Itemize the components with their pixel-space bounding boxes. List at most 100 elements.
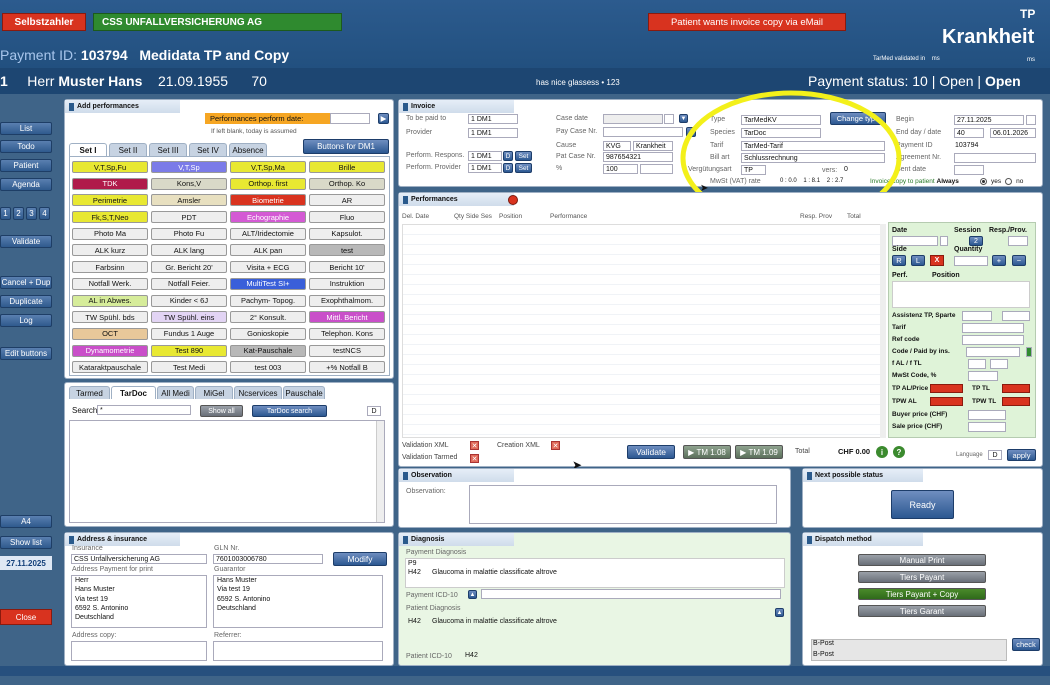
detail-field[interactable] — [962, 311, 992, 321]
perf-button[interactable]: Notfall Feier. — [151, 277, 227, 290]
perf-button[interactable]: Pachym- Topog. — [230, 294, 306, 307]
payment-icd-up-icon[interactable]: ▲ — [468, 590, 477, 599]
perf-button[interactable]: Perimetrie — [72, 194, 148, 207]
perf-button[interactable]: AL in Abwes. — [72, 294, 148, 307]
detail-date-calendar-icon[interactable] — [940, 236, 948, 246]
side-r-button[interactable]: R — [892, 255, 906, 266]
page-3-button[interactable]: 3 — [26, 207, 37, 220]
show-list-button[interactable]: Show list — [0, 536, 52, 549]
perf-button[interactable]: Echographie — [230, 211, 306, 224]
resp-prov-field[interactable] — [1008, 236, 1028, 246]
selbstzahler-button[interactable]: Selbstzahler — [2, 13, 86, 31]
quantity-field[interactable] — [954, 256, 988, 266]
perf-button[interactable]: V,T,Sp,Fu — [72, 161, 148, 173]
perf-button[interactable]: Kapsulot. — [309, 227, 385, 240]
respons-set-button[interactable]: Set — [515, 151, 532, 161]
help-icon[interactable]: ? — [893, 446, 905, 458]
perf-button[interactable]: TDK — [72, 177, 148, 190]
address-payment-box[interactable]: Herr Hans Muster Via test 19 6592 S. Antoni… — [71, 575, 207, 628]
buttons-for-dm1-button[interactable]: Buttons for DM1 — [303, 139, 389, 154]
referrer-box[interactable] — [213, 641, 383, 661]
perf-button[interactable]: Visita + ECG — [230, 261, 306, 274]
edit-buttons-button[interactable]: Edit buttons — [0, 347, 52, 360]
perf-button[interactable]: Orthop. first — [230, 177, 306, 190]
guarantor-box[interactable]: Hans Muster Via test 19 6592 S. Antonino De… — [213, 575, 383, 628]
cancel-dup-button[interactable]: Cancel + Dup — [0, 276, 52, 289]
creation-xml-x[interactable]: ✕ — [551, 441, 560, 450]
provider-set-button[interactable]: Set — [515, 163, 532, 173]
detail-red-field[interactable] — [1002, 397, 1030, 406]
validation-xml-x[interactable]: ✕ — [470, 441, 479, 450]
patient-diagnosis-up-icon[interactable]: ▲ — [775, 608, 784, 617]
perf-button[interactable]: Kinder < 6J — [151, 294, 227, 307]
detail-date-field[interactable] — [892, 236, 938, 246]
address-copy-box[interactable] — [71, 641, 207, 661]
ready-button[interactable]: Ready — [891, 490, 954, 519]
begin-field[interactable]: 27.11.2025 — [954, 115, 1024, 125]
perf-button[interactable]: V,T,Sp,Ma — [230, 161, 306, 173]
performances-scrollbar[interactable] — [880, 224, 886, 438]
perf-button[interactable]: Farbsinn — [72, 261, 148, 274]
perf-button[interactable]: Notfall Werk. — [72, 277, 148, 290]
detail-red-field[interactable] — [930, 397, 963, 406]
perf-text-area[interactable] — [892, 281, 1030, 308]
validate-nav-button[interactable]: Validate — [0, 235, 52, 248]
detail-field[interactable] — [962, 323, 1024, 333]
tm109-button[interactable]: ▶ TM 1.09 — [735, 445, 783, 459]
list-button[interactable]: List — [0, 122, 52, 135]
tariff-tab-migel[interactable]: MiGel — [195, 386, 233, 399]
modify-button[interactable]: Modify — [333, 552, 387, 566]
percent-field[interactable]: 100 — [603, 164, 638, 174]
perform-date-arrow-icon[interactable]: ▶ — [378, 113, 389, 124]
tariff-tab-all-medi[interactable]: All Medi — [157, 386, 194, 399]
perf-button[interactable]: 2° Konsult. — [230, 311, 306, 324]
end-date-field[interactable]: 06.01.2026 — [990, 128, 1036, 138]
perf-button[interactable]: Test Medi — [151, 361, 227, 374]
insurance-field[interactable]: CSS Unfallversicherung AG — [71, 554, 207, 564]
validate-button[interactable]: Validate — [627, 445, 675, 459]
insurer-button[interactable]: CSS UNFALLVERSICHERUNG AG — [93, 13, 342, 31]
perf-button[interactable]: Instruktion — [309, 277, 385, 290]
set-tab-1[interactable]: Set I — [69, 143, 107, 156]
tiers-payant-copy-button[interactable]: Tiers Payant + Copy — [858, 588, 986, 600]
info-icon[interactable]: i — [876, 446, 888, 458]
case-date-calendar-icon[interactable] — [664, 114, 674, 124]
perf-button[interactable]: ALK lang — [151, 244, 227, 257]
perf-button[interactable]: Orthop. Ko — [309, 177, 385, 190]
date-field[interactable]: 27.11.2025 — [0, 556, 52, 570]
apply-button[interactable]: apply — [1007, 449, 1036, 461]
detail-field[interactable] — [962, 335, 1024, 345]
perf-button[interactable]: Photo Fu — [151, 227, 227, 240]
percent2-field[interactable] — [640, 164, 673, 174]
perf-button[interactable]: Fluo — [309, 211, 385, 224]
provider-field[interactable]: 1 DM1 — [468, 128, 518, 138]
perf-button[interactable]: Amsler — [151, 194, 227, 207]
detail-red-field[interactable] — [1002, 384, 1030, 393]
perf-button[interactable]: AR — [309, 194, 385, 207]
perf-button[interactable]: test 003 — [230, 361, 306, 374]
perf-button[interactable]: Brille — [309, 161, 385, 173]
perf-button[interactable]: Kataraktpauschale — [72, 361, 148, 374]
perf-button[interactable]: ALK kurz — [72, 244, 148, 257]
set-tab-2[interactable]: Set II — [109, 143, 147, 156]
set-tab-3[interactable]: Set III — [149, 143, 187, 156]
detail-field[interactable] — [968, 371, 998, 381]
perf-button[interactable]: Kat-Pauschale — [230, 344, 306, 357]
payment-icd-field[interactable] — [481, 589, 781, 599]
perf-button[interactable]: Test 890 — [151, 344, 227, 357]
tiers-garant-button[interactable]: Tiers Garant — [858, 605, 986, 617]
detail-field[interactable] — [968, 422, 1006, 432]
set-tab-4[interactable]: Set IV — [189, 143, 227, 156]
detail-red-field[interactable] — [930, 384, 963, 393]
tariff-results-list[interactable] — [69, 420, 385, 523]
tardoc-lang-field[interactable]: D — [367, 406, 381, 416]
page-2-button[interactable]: 2 — [13, 207, 24, 220]
perf-button[interactable]: MultiTest SI+ — [230, 277, 306, 290]
observation-textarea[interactable] — [469, 485, 777, 524]
agenda-button[interactable]: Agenda — [0, 178, 52, 191]
perf-button[interactable]: Kons,V — [151, 177, 227, 190]
show-all-button[interactable]: Show all — [200, 405, 243, 417]
perf-button[interactable]: Gonioskopie — [230, 327, 306, 340]
detail-field[interactable] — [968, 359, 986, 369]
begin-calendar-icon[interactable] — [1026, 115, 1036, 125]
